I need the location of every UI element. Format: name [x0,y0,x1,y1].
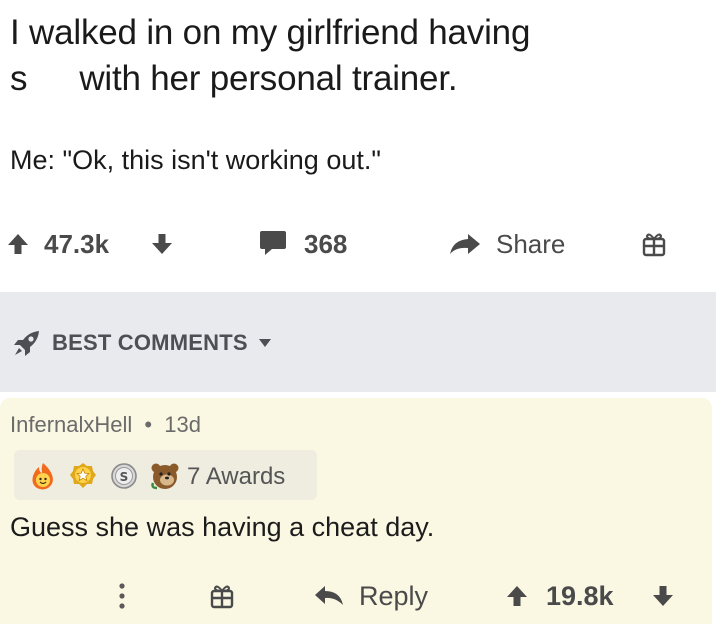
post-card: I walked in on my girlfriend having s wit… [0,0,716,292]
gift-icon [210,585,234,609]
comment-meta: InfernalxHell • 13d [10,412,201,438]
post-award-button[interactable] [642,224,666,264]
comment-sort-bar: BEST COMMENTS [0,292,716,392]
post-title[interactable]: I walked in on my girlfriend having s wit… [10,10,700,102]
post-upvote-button[interactable] [6,224,30,264]
arrow-down-icon [653,586,673,606]
post-share-label: Share [496,228,566,259]
comment-age: 13d [164,412,201,437]
meta-separator: • [144,412,153,437]
post-comments-button[interactable]: 368 [258,224,347,264]
share-arrow-icon [450,234,480,254]
gift-icon [642,233,666,257]
post-title-line-2-end: with her personal trainer. [79,59,458,98]
svg-text:S: S [120,470,129,484]
caret-down-icon [258,339,271,347]
comment-reply-button[interactable]: Reply [313,574,428,618]
awards-bar[interactable]: S 7 Awards [14,450,317,500]
comment-more-button[interactable] [118,574,126,618]
rocket-icon [14,331,39,356]
speech-bubble-icon [260,231,286,255]
reply-label: Reply [359,580,429,611]
post-title-line-2-start: s [10,59,28,98]
post-body: Me: "Ok, this isn't working out." [10,145,381,175]
comment-score: 19.8k [546,580,614,611]
post-title-line-1: I walked in on my girlfriend having [10,13,531,52]
comment-sort-button[interactable]: BEST COMMENTS [12,323,272,363]
arrow-down-icon [152,234,172,254]
comment-downvote-button[interactable] [651,574,675,618]
fire-award-icon [32,463,53,490]
more-vertical-icon [119,583,125,609]
gold-star-award-icon [70,463,96,488]
bear-award-icon [151,463,179,490]
post-title-line-2: s with her personal trainer. [10,56,700,102]
post-share-button[interactable]: Share [448,224,565,264]
arrow-up-icon [507,586,527,606]
post-comment-count: 368 [304,228,348,259]
comment-author[interactable]: InfernalxHell [10,412,132,437]
arrow-up-icon [8,234,28,254]
comment-upvote-button[interactable] [505,574,529,618]
comment-award-button[interactable] [210,574,234,618]
post-downvote-button[interactable] [150,224,174,264]
post-score: 47.3k [44,228,110,259]
sort-label: BEST COMMENTS [52,330,248,355]
page: I walked in on my girlfriend having s wit… [0,0,716,624]
silver-award-icon: S [111,463,137,489]
reply-arrow-icon [315,586,343,605]
post-action-bar: 47.3k 368 Share [0,224,716,264]
awards-label: 7 Awards [187,463,286,490]
comment-text: Guess she was having a cheat day. [10,512,435,542]
comment-action-bar: Reply 19.8k [0,574,716,618]
